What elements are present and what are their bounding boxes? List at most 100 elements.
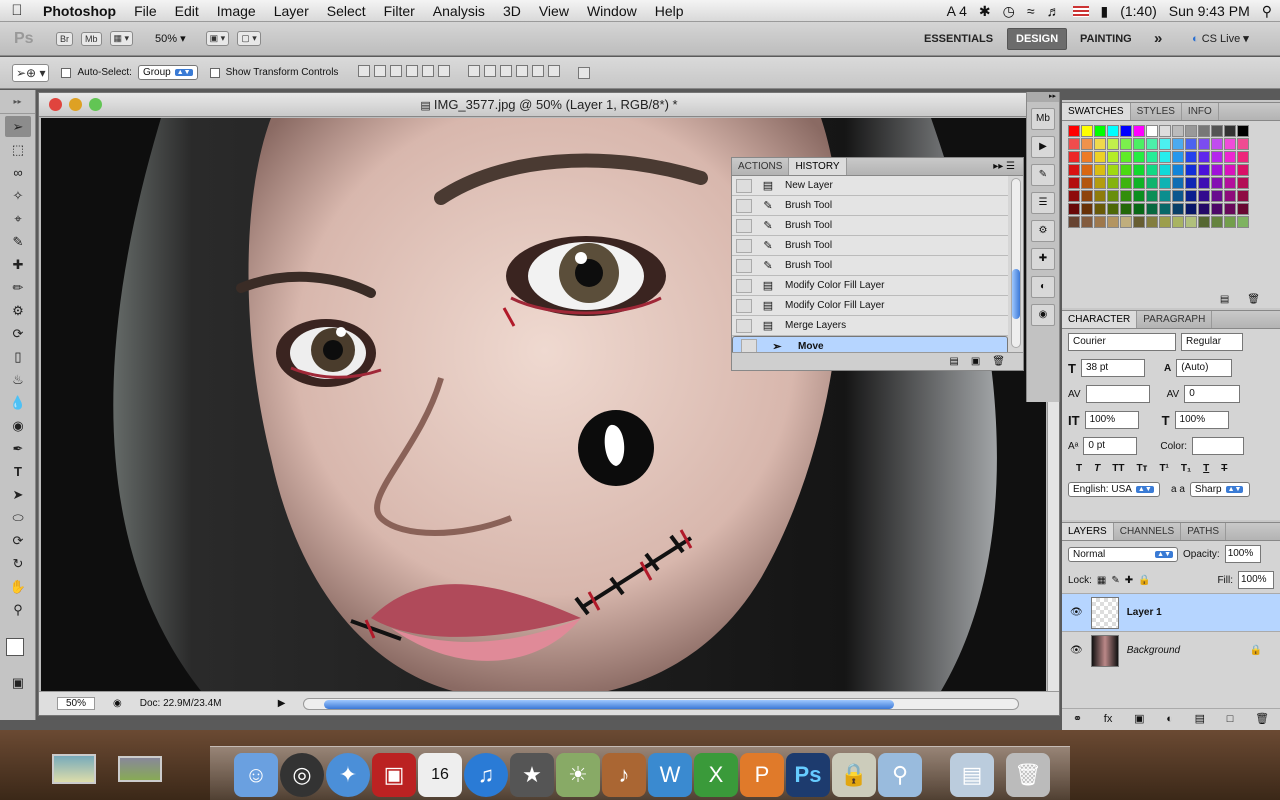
dock-collapse-icon[interactable]: ▸▸ bbox=[1027, 92, 1059, 102]
swatch[interactable] bbox=[1159, 216, 1171, 228]
swatch[interactable] bbox=[1133, 151, 1145, 163]
tab-styles[interactable]: STYLES bbox=[1131, 103, 1182, 120]
delete-layer-icon[interactable]: 🗑 bbox=[1255, 712, 1269, 725]
cs-live-button[interactable]: ◐ CS Live ▾ bbox=[1184, 22, 1257, 56]
tab-layers[interactable]: LAYERS bbox=[1062, 523, 1114, 540]
swatch[interactable] bbox=[1198, 203, 1210, 215]
powerpoint-icon[interactable]: P bbox=[740, 753, 784, 797]
crop-tool-icon[interactable]: ⌖ bbox=[5, 208, 31, 229]
distribute-right-icon[interactable] bbox=[548, 65, 561, 77]
font-family-dropdown[interactable]: Courier bbox=[1068, 333, 1176, 351]
quick-mask-icon[interactable]: ▣ bbox=[5, 672, 31, 693]
tab-actions[interactable]: ACTIONS bbox=[732, 158, 790, 175]
swatch[interactable] bbox=[1198, 190, 1210, 202]
3d-orbit-tool-icon[interactable]: ↻ bbox=[5, 553, 31, 574]
brush-tool-icon[interactable]: ✏ bbox=[5, 277, 31, 298]
swatch[interactable] bbox=[1198, 138, 1210, 150]
3d-rotate-tool-icon[interactable]: ⟳ bbox=[5, 530, 31, 551]
marquee-tool-icon[interactable]: ⬚ bbox=[5, 139, 31, 160]
quick-selection-tool-icon[interactable]: ✧ bbox=[5, 185, 31, 206]
menu-file[interactable]: File bbox=[125, 0, 166, 22]
status-info-icon[interactable]: ◉ bbox=[113, 698, 122, 709]
history-item[interactable]: ▤ Merge Layers bbox=[732, 316, 1008, 336]
iphoto-icon[interactable]: ☀ bbox=[556, 753, 600, 797]
swatch[interactable] bbox=[1068, 125, 1080, 137]
distribute-top-icon[interactable] bbox=[468, 65, 481, 77]
swatch[interactable] bbox=[1133, 216, 1145, 228]
menu-select[interactable]: Select bbox=[318, 0, 375, 22]
swatch[interactable] bbox=[1120, 138, 1132, 150]
view-extras-button[interactable]: ▦ ▾ bbox=[109, 31, 134, 46]
wifi-icon[interactable]: ≈ bbox=[1027, 3, 1035, 19]
swatch[interactable] bbox=[1107, 203, 1119, 215]
swatch[interactable] bbox=[1172, 216, 1184, 228]
new-document-from-state-icon[interactable]: ▤ bbox=[949, 356, 958, 367]
swatch[interactable] bbox=[1211, 164, 1223, 176]
screen-mode-button[interactable]: ▢ ▾ bbox=[237, 31, 261, 46]
swatch[interactable] bbox=[1120, 177, 1132, 189]
swatch[interactable] bbox=[1237, 216, 1249, 228]
masks-panel-icon[interactable]: ◉ bbox=[1031, 304, 1055, 326]
subscript-icon[interactable]: T₁ bbox=[1181, 463, 1191, 474]
apple-icon[interactable]:  bbox=[0, 2, 34, 19]
itunes-icon[interactable]: ♫ bbox=[464, 753, 508, 797]
adjustments-panel-icon[interactable]: ◐ bbox=[1031, 276, 1055, 298]
history-item[interactable]: ✎ Brush Tool bbox=[732, 256, 1008, 276]
swatch[interactable] bbox=[1185, 177, 1197, 189]
history-scroll-thumb[interactable] bbox=[1012, 269, 1020, 319]
zoom-window-icon[interactable] bbox=[89, 98, 102, 111]
move-tool-icon[interactable]: ➢ bbox=[5, 116, 31, 137]
snapshot-source-checkbox[interactable] bbox=[736, 218, 752, 233]
swatch[interactable] bbox=[1211, 190, 1223, 202]
swatch[interactable] bbox=[1081, 151, 1093, 163]
snapshot-source-checkbox[interactable] bbox=[736, 238, 752, 253]
mini-bridge-panel-icon[interactable]: Mb bbox=[1031, 108, 1055, 130]
snapshot-source-checkbox[interactable] bbox=[736, 278, 752, 293]
swatch[interactable] bbox=[1224, 138, 1236, 150]
keychain-icon[interactable]: 🔒 bbox=[832, 753, 876, 797]
horizontal-scrollbar[interactable] bbox=[303, 697, 1019, 710]
tab-channels[interactable]: CHANNELS bbox=[1114, 523, 1182, 540]
swatch[interactable] bbox=[1172, 125, 1184, 137]
align-left-icon[interactable] bbox=[406, 65, 419, 77]
show-transform-checkbox[interactable] bbox=[209, 67, 220, 78]
swatch[interactable] bbox=[1237, 190, 1249, 202]
faux-italic-icon[interactable]: T bbox=[1094, 463, 1100, 474]
bridge-button[interactable]: Br bbox=[56, 31, 73, 46]
small-caps-icon[interactable]: Tт bbox=[1136, 463, 1147, 474]
swatch[interactable] bbox=[1094, 151, 1106, 163]
swatch[interactable] bbox=[1198, 151, 1210, 163]
swatch[interactable] bbox=[1211, 216, 1223, 228]
snapshot-source-checkbox[interactable] bbox=[736, 258, 752, 273]
dodge-tool-icon[interactable]: ◉ bbox=[5, 415, 31, 436]
preview-icon[interactable]: ⚲ bbox=[878, 753, 922, 797]
close-window-icon[interactable] bbox=[49, 98, 62, 111]
blend-mode-dropdown[interactable]: Normal ▲▼ bbox=[1068, 546, 1178, 562]
adjustment-layer-icon[interactable]: ◐ bbox=[1166, 713, 1173, 725]
lasso-tool-icon[interactable]: ∞ bbox=[5, 162, 31, 183]
swatch[interactable] bbox=[1224, 125, 1236, 137]
swatch[interactable] bbox=[1133, 125, 1145, 137]
swatch[interactable] bbox=[1107, 151, 1119, 163]
tab-paths[interactable]: PATHS bbox=[1181, 523, 1227, 540]
time-machine-icon[interactable]: ◷ bbox=[1003, 3, 1015, 20]
swatch[interactable] bbox=[1224, 151, 1236, 163]
hand-tool-icon[interactable]: ✋ bbox=[5, 576, 31, 597]
shape-tool-icon[interactable]: ⬭ bbox=[5, 507, 31, 528]
swatch[interactable] bbox=[1094, 190, 1106, 202]
snapshot-source-checkbox[interactable] bbox=[736, 318, 752, 333]
swatch[interactable] bbox=[1120, 151, 1132, 163]
baseline-shift-field[interactable]: 0 pt bbox=[1083, 437, 1138, 455]
tracking-field[interactable]: 0 bbox=[1184, 385, 1241, 403]
delete-swatch-icon[interactable]: 🗑 bbox=[1247, 294, 1260, 305]
swatch[interactable] bbox=[1159, 151, 1171, 163]
swatch[interactable] bbox=[1185, 151, 1197, 163]
menu-view[interactable]: View bbox=[530, 0, 578, 22]
word-icon[interactable]: W bbox=[648, 753, 692, 797]
superscript-icon[interactable]: T¹ bbox=[1159, 463, 1168, 474]
tab-history[interactable]: HISTORY bbox=[789, 158, 847, 175]
menu-edit[interactable]: Edit bbox=[166, 0, 208, 22]
history-item[interactable]: ▤ Modify Color Fill Layer bbox=[732, 276, 1008, 296]
safari-icon[interactable]: ✦ bbox=[326, 753, 370, 797]
swatch[interactable] bbox=[1068, 190, 1080, 202]
